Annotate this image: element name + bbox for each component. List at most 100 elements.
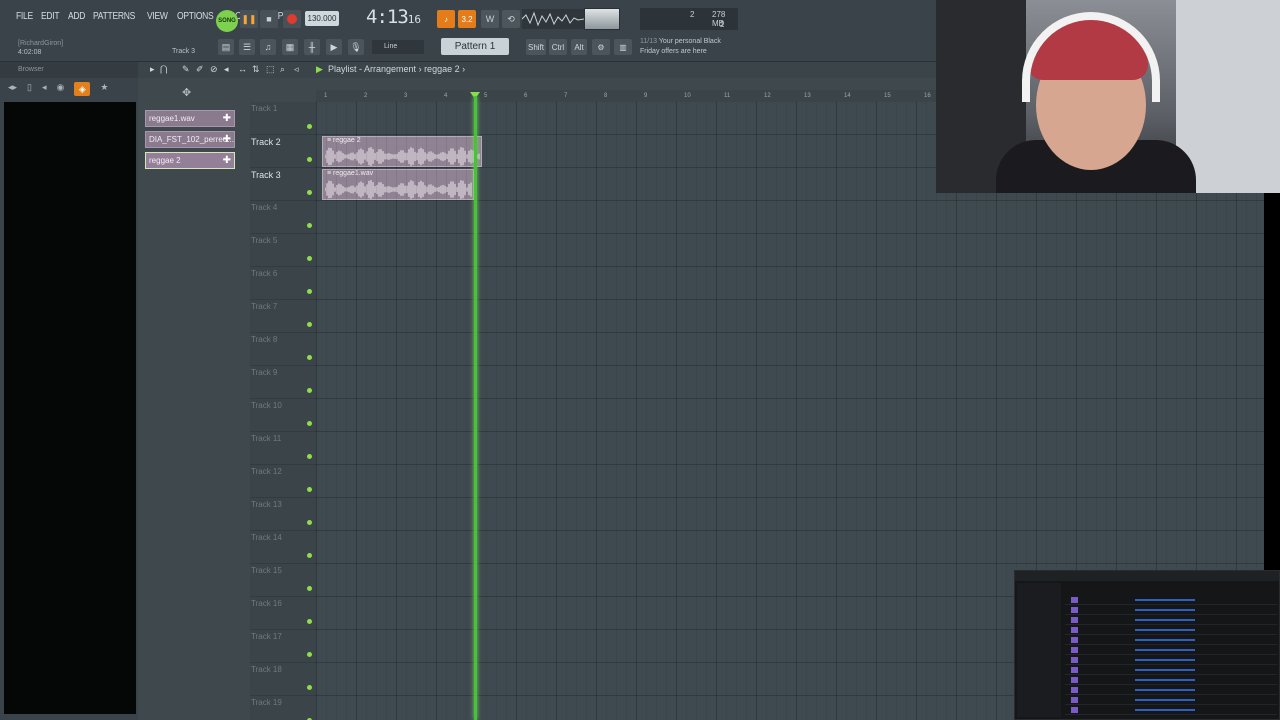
track-header[interactable]: Track 12	[250, 465, 316, 498]
record-button[interactable]	[283, 10, 301, 28]
news-panel[interactable]: 11/13 Your personal Black Friday offers …	[640, 37, 721, 57]
track-header[interactable]: Track 13	[250, 498, 316, 531]
alt-key-button[interactable]: Alt	[571, 39, 587, 55]
tempo-field[interactable]: 130.000	[305, 11, 339, 26]
mute-icon[interactable]: ◂	[224, 64, 229, 75]
playhead-line[interactable]	[474, 96, 477, 720]
browser-files-icon[interactable]: ▯	[27, 82, 32, 96]
track-mute-led-icon[interactable]	[307, 520, 312, 525]
menu-patterns[interactable]: PATTERNS	[93, 11, 135, 22]
browser-star-icon[interactable]: ★	[100, 82, 108, 96]
mixer-button[interactable]: ╫	[304, 39, 320, 55]
news-button[interactable]: ▥	[614, 39, 632, 55]
piano-roll-button[interactable]: ♫	[260, 39, 276, 55]
channel-rack-button[interactable]: ☰	[239, 39, 255, 55]
track-mute-led-icon[interactable]	[307, 190, 312, 195]
browser-tree[interactable]	[4, 102, 136, 714]
clip-list-item[interactable]: reggae1.wav ✚	[145, 110, 235, 127]
snap-selector[interactable]: Line	[372, 40, 424, 54]
brush-icon[interactable]: ✐	[196, 64, 204, 75]
track-mute-led-icon[interactable]	[307, 388, 312, 393]
clip-list-item[interactable]: reggae 2 ✚	[145, 152, 235, 169]
track-mute-led-icon[interactable]	[307, 322, 312, 327]
track-mute-led-icon[interactable]	[307, 553, 312, 558]
track-header[interactable]: Track 11	[250, 432, 316, 465]
audio-clip[interactable]: ≡ reggae 2	[322, 136, 482, 167]
settings-button[interactable]: ⚙	[592, 39, 610, 55]
track-header[interactable]: Track 14	[250, 531, 316, 564]
pattern-selector[interactable]: Pattern 1	[441, 38, 509, 55]
browser-back-icon[interactable]: ◂▸	[8, 82, 17, 96]
pencil-icon[interactable]: ✎	[182, 64, 190, 75]
menu-view[interactable]: VIEW	[147, 11, 168, 22]
track-header[interactable]: Track 15	[250, 564, 316, 597]
track-header[interactable]: Track 10	[250, 399, 316, 432]
browser-tag-icon[interactable]: ◂	[42, 82, 47, 96]
track-mute-led-icon[interactable]	[307, 652, 312, 657]
track-header[interactable]: Track 18	[250, 663, 316, 696]
master-volume-meter[interactable]	[584, 8, 620, 30]
playlist-button[interactable]: ▤	[218, 39, 234, 55]
track-mute-led-icon[interactable]	[307, 454, 312, 459]
track-mute-led-icon[interactable]	[307, 355, 312, 360]
track-header[interactable]: Track 9	[250, 366, 316, 399]
slice-icon[interactable]: ⇅	[252, 64, 260, 75]
track-header[interactable]: Track 16	[250, 597, 316, 630]
clip-add-icon[interactable]: ✚	[223, 132, 231, 147]
browser-search-icon[interactable]: ◉	[57, 82, 65, 96]
track-mute-led-icon[interactable]	[307, 124, 312, 129]
track-mute-led-icon[interactable]	[307, 421, 312, 426]
metronome-button[interactable]: ♪	[437, 10, 455, 28]
magnet-icon[interactable]: ⋂	[160, 64, 167, 75]
browser-button[interactable]: ▦	[282, 39, 298, 55]
track-header[interactable]: Track 8	[250, 333, 316, 366]
track-mute-led-icon[interactable]	[307, 256, 312, 261]
clip-add-icon[interactable]: ✚	[223, 153, 231, 168]
track-header[interactable]: Track 4	[250, 201, 316, 234]
menu-edit[interactable]: EDIT	[41, 11, 60, 22]
menu-options[interactable]: OPTIONS	[177, 11, 214, 22]
stop-button[interactable]: ■	[260, 10, 278, 28]
speaker-icon[interactable]: ◃	[294, 64, 299, 75]
timeline-ruler[interactable]: 1 2 3 4 5 6 7 8 9 10 11 12 13 14 15 16	[316, 90, 942, 102]
clip-list-item[interactable]: DIA_FST_102_perreo... ✚	[145, 131, 235, 148]
ctrl-key-button[interactable]: Ctrl	[549, 39, 567, 55]
audio-clip[interactable]: ≡ reggae1.wav	[322, 169, 474, 200]
mic-button[interactable]: 🎙	[348, 39, 364, 55]
menu-file[interactable]: FILE	[16, 11, 33, 22]
track-header[interactable]: Track 3	[250, 168, 316, 201]
shift-key-button[interactable]: Shift	[526, 39, 546, 55]
slip-icon[interactable]: ↔	[238, 64, 247, 74]
song-time-display[interactable]: 4:1316	[366, 6, 421, 28]
track-header[interactable]: Track 6	[250, 267, 316, 300]
track-header[interactable]: Track 19	[250, 696, 316, 720]
track-header[interactable]: Track 7	[250, 300, 316, 333]
loop-record-button[interactable]: ⟲	[502, 10, 520, 28]
wait-input-button[interactable]: W	[481, 10, 499, 28]
delete-icon[interactable]: ⊘	[210, 64, 218, 75]
track-header[interactable]: Track 2	[250, 135, 316, 168]
pause-button[interactable]: ❚❚	[240, 10, 258, 28]
track-header[interactable]: Track 5	[250, 234, 316, 267]
playlist-menu-icon[interactable]: ▸	[150, 64, 155, 75]
track-mute-led-icon[interactable]	[307, 685, 312, 690]
track-mute-led-icon[interactable]	[307, 223, 312, 228]
song-mode-button[interactable]: SONG	[216, 10, 238, 32]
mini-sidebar	[1017, 583, 1061, 717]
track-header[interactable]: Track 1	[250, 102, 316, 135]
picker-scroll-icon[interactable]: ✥	[182, 87, 191, 99]
track-header[interactable]: Track 17	[250, 630, 316, 663]
track-mute-led-icon[interactable]	[307, 586, 312, 591]
browser-snap-icon[interactable]: ◈	[74, 82, 91, 96]
countdown-button[interactable]: 3.2	[458, 10, 476, 28]
plugin-button[interactable]: ▶	[326, 39, 342, 55]
clip-add-icon[interactable]: ✚	[223, 111, 231, 126]
track-mute-led-icon[interactable]	[307, 289, 312, 294]
select-icon[interactable]: ⬚	[266, 64, 275, 75]
track-mute-led-icon[interactable]	[307, 487, 312, 492]
menu-add[interactable]: ADD	[68, 11, 85, 22]
hint-time: 4:02:08	[18, 49, 42, 56]
track-mute-led-icon[interactable]	[307, 619, 312, 624]
zoom-icon[interactable]: ⌕	[280, 64, 285, 75]
track-mute-led-icon[interactable]	[307, 157, 312, 162]
